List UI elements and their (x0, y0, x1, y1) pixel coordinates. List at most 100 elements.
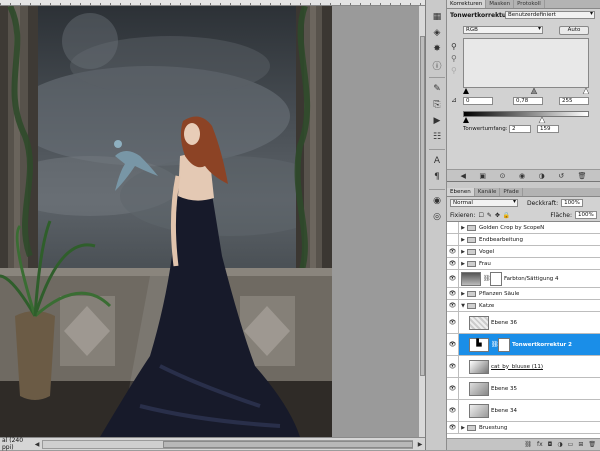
preset-select[interactable]: Benutzerdefiniert (505, 11, 595, 19)
lock-position-icon[interactable]: ✥ (495, 212, 500, 219)
eye-icon[interactable]: 👁 (447, 270, 459, 287)
eye-icon[interactable]: 👁 (447, 378, 459, 399)
3d-icon[interactable]: ◉ (430, 194, 444, 208)
brush-icon[interactable]: ✎ (430, 82, 444, 96)
eye-icon[interactable]: 👁 (447, 312, 459, 333)
link-layers-icon[interactable]: ⛓ (524, 441, 532, 448)
eyedropper-white-icon[interactable]: ⚲ (451, 66, 457, 75)
eye-icon[interactable]: 👁 (447, 300, 459, 311)
tab-masken[interactable]: Masken (486, 0, 515, 8)
view-previous-icon[interactable]: ◑ (539, 172, 545, 180)
eye-icon[interactable]: 👁 (447, 334, 459, 355)
input-gamma-field[interactable]: 0,78 (513, 97, 543, 105)
tool-separator (429, 189, 445, 190)
layer-row[interactable]: 👁 ▼ Katze (447, 300, 600, 312)
link-icon[interactable]: ⛓ (491, 341, 499, 348)
delete-adjustment-icon[interactable]: 🗑 (578, 172, 587, 180)
eyedropper-gray-icon[interactable]: ⚲ (451, 54, 457, 63)
layer-list[interactable]: ▶ Golden Crop by ScopeN ▶ Endbearbeitung… (447, 221, 600, 438)
layer-row[interactable]: 👁 ▶ Frau (447, 258, 600, 270)
layer-row[interactable]: 👁 ▶ Pflanzen Säule (447, 288, 600, 300)
tab-ebenen[interactable]: Ebenen (447, 188, 475, 196)
new-group-icon[interactable]: ▭ (568, 441, 574, 448)
eye-icon[interactable]: 👁 (447, 422, 459, 433)
reset-icon[interactable]: ↺ (558, 172, 564, 180)
layer-row-selected[interactable]: 👁 ▙ ⛓ Tonwertkorrektur 2 (447, 334, 600, 356)
eye-icon[interactable]: 👁 (447, 258, 459, 269)
layer-row[interactable]: 👁 ⛓ Farbton/Sättigung 4 (447, 270, 600, 288)
layer-row[interactable]: 👁 cat_by_bluuse (11) (447, 356, 600, 378)
back-arrow-icon[interactable]: ◀ (461, 172, 466, 180)
eye-icon[interactable]: 👁 (447, 288, 459, 299)
eye-icon[interactable]: 👁 (447, 400, 459, 421)
eyedropper-black-icon[interactable]: ⚲ (451, 42, 457, 51)
layer-row[interactable]: 👁 Ebene 36 (447, 312, 600, 334)
layer-row[interactable]: 👁 ▶ Bruestung (447, 422, 600, 434)
layer-row[interactable]: 👁 ▶ Vogel (447, 246, 600, 258)
character-icon[interactable]: A (430, 154, 444, 168)
layer-name: Ebene 35 (491, 385, 517, 392)
visibility-toggle[interactable] (447, 234, 459, 245)
eye-icon[interactable]: 👁 (447, 246, 459, 257)
animation-icon[interactable]: ◎ (430, 210, 444, 224)
canvas-area[interactable] (0, 6, 425, 437)
delete-layer-icon[interactable]: 🗑 (588, 441, 596, 448)
paragraph-icon[interactable]: ¶ (430, 170, 444, 184)
output-white-field[interactable]: 159 (537, 125, 559, 133)
expand-triangle-icon[interactable]: ▶ (459, 291, 467, 297)
mask-thumbnail (498, 337, 510, 352)
expand-view-icon[interactable]: ▣ (479, 172, 486, 180)
styles-icon[interactable]: ✸ (430, 42, 444, 56)
input-levels-slider[interactable] (463, 88, 589, 94)
lock-transparency-icon[interactable]: ☐ (478, 212, 483, 219)
visibility-toggle[interactable] (447, 222, 459, 233)
add-mask-icon[interactable]: ◘ (548, 441, 553, 448)
horizontal-scrollbar[interactable] (42, 439, 413, 449)
expand-triangle-icon[interactable]: ▶ (459, 425, 467, 431)
blend-mode-select[interactable]: Normal (450, 199, 518, 207)
fill-field[interactable]: 100% (575, 211, 597, 219)
visibility-icon[interactable]: ◉ (519, 172, 525, 180)
scroll-right-icon[interactable]: ▶ (415, 441, 425, 448)
tab-kanaele[interactable]: Kanäle (475, 188, 501, 196)
output-black-field[interactable]: 2 (509, 125, 531, 133)
color-swatches-icon[interactable]: ▦ (430, 10, 444, 24)
lock-pixels-icon[interactable]: ✎ (487, 212, 492, 219)
new-adjustment-icon[interactable]: ◑ (557, 441, 562, 448)
layer-row[interactable]: ▶ Golden Crop by ScopeN (447, 222, 600, 234)
clip-warning-icon[interactable]: ⊿ (451, 96, 457, 104)
lock-all-icon[interactable]: 🔒 (503, 212, 510, 219)
layer-row[interactable]: 👁 Ebene 35 (447, 378, 600, 400)
expand-triangle-icon[interactable]: ▶ (459, 249, 467, 255)
output-levels-label: Tonwertumfang: (463, 126, 508, 132)
link-icon[interactable]: ⛓ (483, 275, 491, 282)
canvas-vertical-scrollbar[interactable] (418, 6, 425, 437)
channel-select[interactable]: RGB (463, 26, 543, 34)
opacity-field[interactable]: 100% (561, 199, 584, 207)
layer-row[interactable]: ▶ Endbearbeitung (447, 234, 600, 246)
navigator-icon[interactable]: ◈ (430, 26, 444, 40)
actions-icon[interactable]: ▶ (430, 114, 444, 128)
input-black-field[interactable]: 0 (463, 97, 493, 105)
expand-triangle-icon[interactable]: ▶ (459, 225, 467, 231)
input-white-field[interactable]: 255 (559, 97, 589, 105)
tab-korrekturen[interactable]: Korrekturen (447, 0, 487, 8)
expand-triangle-icon[interactable]: ▶ (459, 261, 467, 267)
tab-protokoll[interactable]: Protokoll (514, 0, 545, 8)
horizontal-scroll-thumb[interactable] (163, 440, 413, 448)
clip-to-layer-icon[interactable]: ⊙ (500, 172, 506, 180)
auto-button[interactable]: Auto (559, 26, 589, 35)
layer-comps-icon[interactable]: ☷ (430, 130, 444, 144)
layer-row[interactable]: 👁 Ebene 34 (447, 400, 600, 422)
artwork-image[interactable] (0, 6, 332, 437)
info-icon[interactable]: ⓘ (430, 58, 444, 72)
layer-style-icon[interactable]: fx (537, 441, 543, 448)
collapse-triangle-icon[interactable]: ▼ (459, 303, 467, 309)
eye-icon[interactable]: 👁 (447, 356, 459, 377)
new-layer-icon[interactable]: ⊞ (578, 441, 583, 448)
tab-pfade[interactable]: Pfade (500, 188, 523, 196)
clone-source-icon[interactable]: ⎘ (430, 98, 444, 112)
expand-triangle-icon[interactable]: ▶ (459, 237, 467, 243)
output-levels-slider[interactable] (463, 117, 589, 123)
scroll-left-icon[interactable]: ◀ (32, 441, 42, 448)
